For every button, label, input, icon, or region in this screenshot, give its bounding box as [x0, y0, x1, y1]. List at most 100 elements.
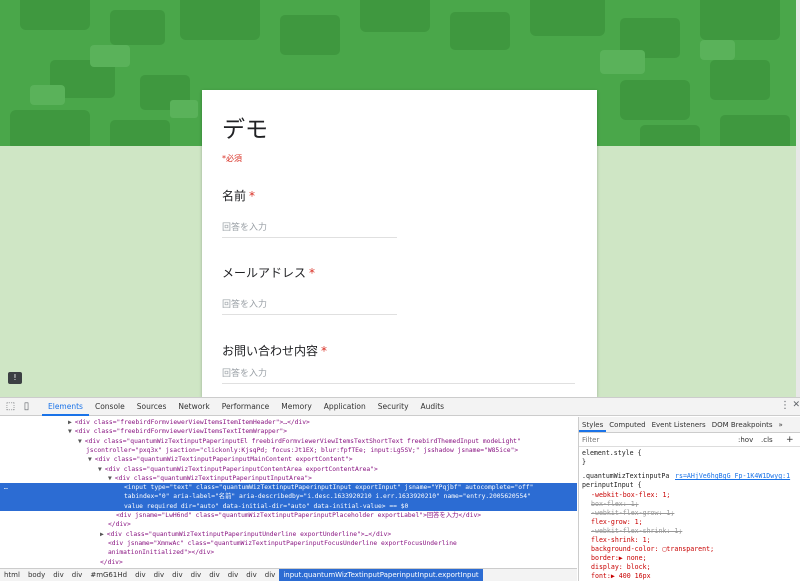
breadcrumb-item[interactable]: div	[68, 569, 87, 581]
dom-node-text: <input type="text" class="quantumWizText…	[124, 484, 534, 492]
expand-triangle-icon[interactable]: ▼	[78, 438, 82, 445]
breadcrumb-item[interactable]: div	[131, 569, 150, 581]
device-toggle-icon[interactable]: ▯	[20, 400, 33, 413]
expand-triangle-icon[interactable]: ▼	[108, 475, 112, 482]
style-property-text: -webkit-flex-grow: 1;	[591, 509, 675, 517]
devtools-panel: ⬚ ▯ Elements Console Sources Network Perform…	[0, 397, 800, 581]
tab-security[interactable]: Security	[372, 398, 415, 416]
dom-node-text: <div class="quantumWizTextinputPaperinpu…	[106, 530, 392, 538]
dom-node-text: tabindex="0" aria-label="名前" aria-descri…	[124, 493, 531, 501]
style-property[interactable]: display: block;	[591, 563, 651, 572]
styles-tab--[interactable]: »	[776, 417, 786, 432]
expand-triangle-icon[interactable]: ▶	[100, 531, 104, 538]
style-property[interactable]: flex-grow: 1;	[591, 518, 643, 527]
element-style-rule: element.style {	[582, 449, 642, 457]
dom-node-line[interactable]: jscontroller="pxq3x" jsaction="clickonly…	[0, 446, 577, 455]
styles-tab-computed[interactable]: Computed	[606, 417, 648, 432]
tab-performance[interactable]: Performance	[216, 398, 276, 416]
breadcrumb-item[interactable]: html	[0, 569, 24, 581]
styles-tab-event-listeners[interactable]: Event Listeners	[649, 417, 709, 432]
style-property[interactable]: font:▶ 400 16px	[591, 572, 651, 581]
rule-selector-cont: perinputInput {	[582, 481, 642, 489]
expand-triangle-icon[interactable]: ▶	[68, 419, 72, 426]
dom-node-text: </div>	[100, 558, 123, 566]
breadcrumb-item[interactable]: input.quantumWizTextinputPaperinputInput…	[279, 569, 483, 581]
expand-triangle-icon[interactable]: ▼	[88, 456, 92, 463]
name-input[interactable]: 回答を入力	[222, 220, 397, 238]
breadcrumb-item[interactable]: div	[205, 569, 224, 581]
style-property-text: font:▶ 400 16px	[591, 572, 651, 580]
tab-elements[interactable]: Elements	[42, 398, 89, 416]
email-input[interactable]: 回答を入力	[222, 297, 397, 315]
style-property[interactable]: -webkit-box-flex: 1;	[591, 491, 670, 500]
dom-node-line[interactable]: </div>	[0, 520, 577, 529]
dom-node-line[interactable]: … <input type="text" class="quantumWizTex…	[0, 483, 577, 493]
expand-triangle-icon[interactable]: ▼	[98, 466, 102, 473]
styles-tab-dom-breakpoints[interactable]: DOM Breakpoints	[709, 417, 776, 432]
dom-node-line[interactable]: ▼ <div class="quantumWizTextinputPaperinp…	[0, 455, 577, 464]
styles-tab-styles[interactable]: Styles	[579, 417, 607, 432]
tab-network[interactable]: Network	[172, 398, 215, 416]
more-menu-icon[interactable]: ⋮	[780, 400, 790, 411]
dom-node-text: jscontroller="pxq3x" jsaction="clickonly…	[86, 446, 519, 454]
dom-node-line[interactable]: <div jsname="LwH6nd" class="quantumWizTe…	[0, 511, 577, 520]
dom-node-line[interactable]: <div jsname="XmnwAc" class="quantumWizTe…	[0, 539, 577, 548]
elements-tree[interactable]: ▶ <div class="freebirdFormviewerViewItems…	[0, 417, 577, 566]
dom-node-text: <div jsname="LwH6nd" class="quantumWizTe…	[116, 512, 482, 519]
style-property-text: flex-grow: 1;	[591, 518, 643, 526]
breadcrumb-item[interactable]: #mG61Hd	[86, 569, 131, 581]
inspect-element-icon[interactable]: ⬚	[4, 400, 17, 413]
breadcrumb-item[interactable]: div	[261, 569, 280, 581]
style-property-text: -webkit-flex-shrink: 1;	[591, 527, 683, 535]
breadcrumb-item[interactable]: div	[49, 569, 68, 581]
dom-node-line[interactable]: tabindex="0" aria-label="名前" aria-descri…	[0, 492, 577, 502]
breadcrumb-item[interactable]: div	[224, 569, 243, 581]
new-rule-button[interactable]: +	[786, 433, 794, 447]
dom-node-line[interactable]: ▼ <div class="quantumWizTextinputPaperinp…	[0, 437, 577, 446]
breadcrumb-item[interactable]: div	[242, 569, 261, 581]
tab-sources[interactable]: Sources	[131, 398, 173, 416]
close-icon[interactable]: ✕	[792, 400, 800, 410]
style-property[interactable]: -webkit-flex-grow: 1;	[591, 509, 674, 518]
indent: …	[4, 484, 8, 492]
breadcrumb-item[interactable]: div	[187, 569, 206, 581]
feedback-icon[interactable]: !	[8, 372, 22, 384]
question-inquiry-label: お問い合わせ内容 *	[222, 342, 327, 359]
dom-node-line[interactable]: value required dir="auto" data-initial-d…	[0, 501, 577, 511]
page-scrollbar[interactable]	[796, 0, 800, 397]
rule-source-link[interactable]: rs=AHjVe6hgBgG_Fp-1K4W1Dwyg:1	[675, 472, 790, 481]
question-email-label: メールアドレス *	[222, 264, 315, 281]
tab-audits[interactable]: Audits	[415, 398, 451, 416]
style-property-text: box-flex: 1;	[591, 500, 639, 508]
dom-node-line[interactable]: animationInitialized"></div>	[0, 548, 577, 557]
dom-node-line[interactable]: ▼ <div class="quantumWizTextinputPaperinp…	[0, 474, 577, 483]
breadcrumb-item[interactable]: body	[24, 569, 49, 581]
style-property[interactable]: box-flex: 1;	[591, 500, 639, 509]
tab-application[interactable]: Application	[318, 398, 372, 416]
dom-node-text: animationInitialized"></div>	[108, 549, 215, 557]
breadcrumb-item[interactable]: div	[150, 569, 169, 581]
form-title: デモ	[222, 117, 268, 143]
style-property[interactable]: -webkit-flex-shrink: 1;	[591, 527, 682, 536]
filter-input[interactable]: Filter	[582, 433, 599, 447]
tab-console[interactable]: Console	[89, 398, 131, 416]
cls-toggle[interactable]: .cls	[761, 433, 773, 447]
question-name-label: 名前 *	[222, 187, 255, 204]
dom-node-text: <div class="quantumWizTextinputPaperinpu…	[114, 474, 312, 482]
style-property-text: background-color: ▢transparent;	[591, 545, 715, 553]
breadcrumb-item[interactable]: div	[168, 569, 187, 581]
style-property[interactable]: flex-shrink: 1;	[591, 536, 651, 545]
style-property[interactable]: border:▶ none;	[591, 554, 647, 563]
hov-toggle[interactable]: :hov	[738, 433, 753, 447]
dom-node-line[interactable]: ▼ <div class="quantumWizTextinputPaperinp…	[0, 465, 577, 474]
required-note: *必須	[222, 154, 242, 163]
expand-triangle-icon[interactable]: ▼	[68, 428, 72, 435]
tab-memory[interactable]: Memory	[275, 398, 318, 416]
dom-node-line[interactable]: ▶ <div class="freebirdFormviewerViewItems…	[0, 418, 577, 427]
dom-node-line[interactable]: ▼ <div class="freebirdFormviewerViewItems…	[0, 427, 577, 436]
dom-node-line[interactable]: ▶ <div class="quantumWizTextinputPaperinp…	[0, 530, 577, 539]
inquiry-input[interactable]: 回答を入力	[222, 366, 575, 384]
required-star: *	[249, 189, 256, 203]
dom-node-line[interactable]: </div>	[0, 558, 577, 567]
style-property[interactable]: background-color: ▢transparent;	[591, 545, 714, 554]
